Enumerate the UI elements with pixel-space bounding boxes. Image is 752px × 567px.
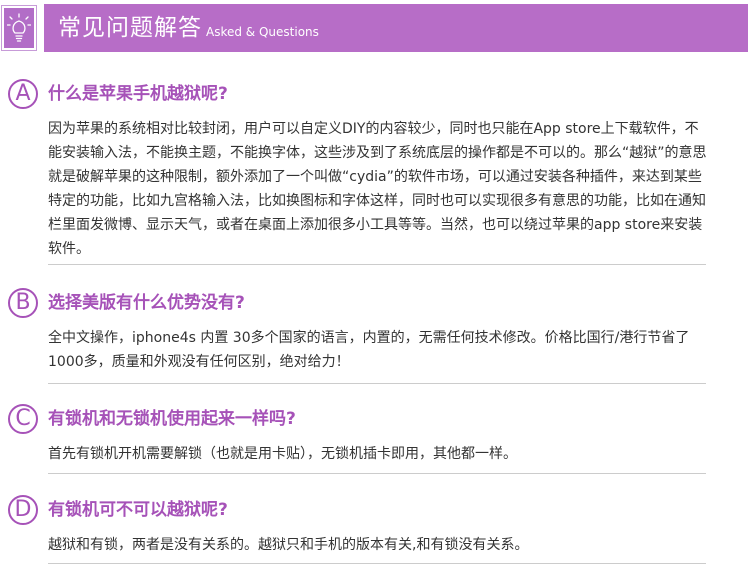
- faq-answer: 因为苹果的系统相对比较封闭，用户可以自定义DIY的内容较少，同时也只能在App …: [48, 121, 707, 257]
- separator: [48, 383, 706, 384]
- faq-letter-badge: A: [8, 79, 38, 109]
- lightbulb-icon: [7, 13, 31, 42]
- faq-answer: 越狱和有锁，两者是没有关系的。越狱只和手机的版本有关,和有锁没有关系。: [48, 537, 529, 553]
- faq-question: 有锁机可不可以越狱呢?: [48, 500, 228, 520]
- page-title: 常见问题解答: [58, 15, 202, 41]
- faq-letter-badge: D: [8, 495, 38, 525]
- separator: [48, 264, 706, 265]
- faq-answer: 首先有锁机开机需要解锁（也就是用卡贴），无锁机插卡即用，其他都一样。: [48, 446, 517, 462]
- faq-letter-badge: B: [8, 288, 38, 318]
- faq-answer: 全中文操作，iphone4s 内置 30多个国家的语言，内置的，无需任何技术修改…: [48, 330, 690, 370]
- faq-question: 什么是苹果手机越狱呢?: [48, 84, 228, 104]
- lightbulb-icon-box: [1, 5, 37, 51]
- faq-question: 选择美版有什么优势没有?: [48, 293, 245, 313]
- faq-letter-badge: C: [8, 404, 38, 434]
- title-bar: 常见问题解答 Asked & Questions: [44, 4, 748, 52]
- faq-question: 有锁机和无锁机使用起来一样吗?: [48, 409, 296, 429]
- faq-header: 常见问题解答 Asked & Questions: [0, 0, 752, 56]
- page-subtitle: Asked & Questions: [206, 25, 319, 39]
- separator: [48, 563, 706, 564]
- separator: [48, 473, 706, 474]
